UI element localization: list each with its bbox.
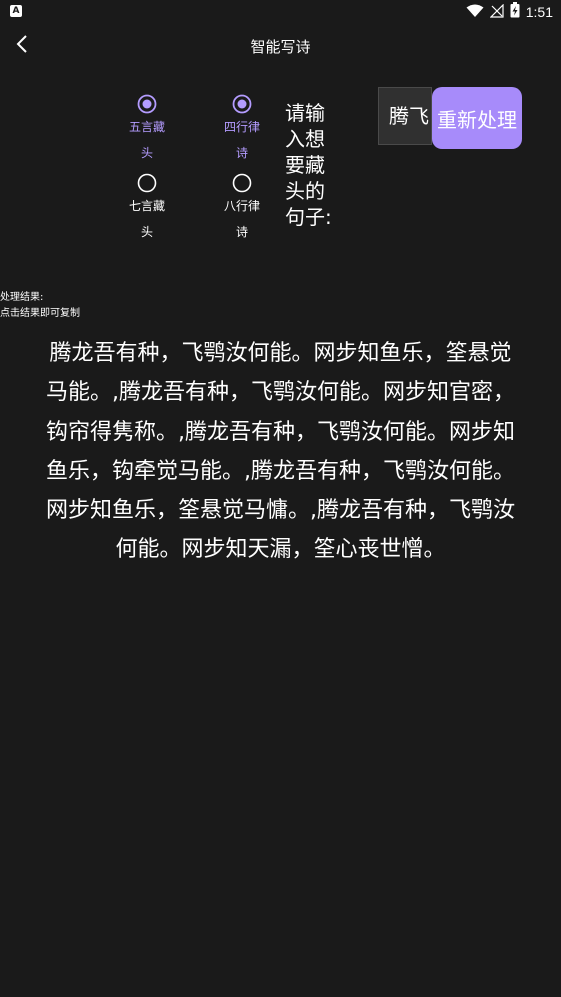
app-notification-icon: A — [10, 5, 22, 17]
page-title: 智能写诗 — [250, 38, 311, 56]
result-heading: 处理结果: 点击结果即可复制 — [0, 290, 80, 322]
radio-group-poem-length: 五言藏头 七言藏头 — [127, 94, 167, 245]
acrostic-input[interactable]: 腾飞 — [378, 87, 432, 145]
wifi-icon — [466, 3, 484, 22]
radio-label-five-char: 五言藏头 — [128, 120, 165, 160]
radio-option-eight-line[interactable]: 八行律诗 — [222, 173, 262, 245]
no-signal-icon — [489, 3, 504, 22]
battery-charging-icon — [510, 2, 520, 22]
result-heading-title: 处理结果: — [0, 292, 44, 303]
status-bar-right: 1:51 — [466, 2, 553, 22]
result-poem-text[interactable]: 腾龙吾有种，飞鹗汝何能。网步知鱼乐，筌悬觉马能。,腾龙吾有种，飞鹗汝何能。网步知… — [40, 334, 521, 570]
radio-unchecked-icon[interactable] — [232, 173, 252, 193]
status-time: 1:51 — [525, 4, 553, 20]
radio-option-seven-char[interactable]: 七言藏头 — [127, 173, 167, 245]
status-bar: A 1:51 — [0, 0, 561, 24]
result-copy-hint: 点击结果即可复制 — [0, 308, 80, 319]
radio-label-seven-char: 七言藏头 — [128, 199, 165, 239]
input-prompt-label: 请输入想要藏头的句子: — [285, 101, 332, 229]
radio-unchecked-icon[interactable] — [137, 173, 157, 193]
radio-label-four-line: 四行律诗 — [223, 120, 260, 160]
radio-option-five-char[interactable]: 五言藏头 — [127, 94, 167, 166]
radio-group-poem-lines: 四行律诗 八行律诗 — [222, 94, 262, 245]
radio-checked-icon[interactable] — [232, 94, 252, 114]
radio-option-four-line[interactable]: 四行律诗 — [222, 94, 262, 166]
reprocess-button[interactable]: 重新处理 — [432, 87, 522, 149]
app-bar: 智能写诗 — [0, 24, 561, 68]
radio-checked-icon[interactable] — [137, 94, 157, 114]
radio-label-eight-line: 八行律诗 — [223, 199, 260, 239]
